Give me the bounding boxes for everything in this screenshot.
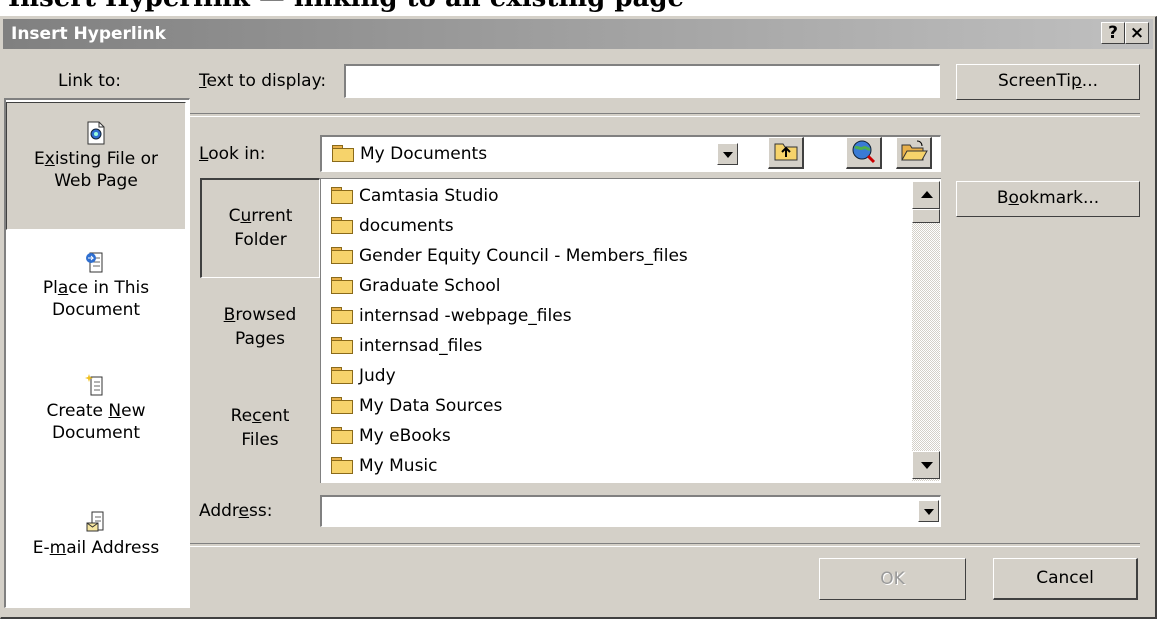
chevron-down-icon[interactable] xyxy=(918,500,939,522)
sidebar-item-label: E-mail Address xyxy=(32,538,160,558)
file-list: Camtasia Studio documents Gender Equity … xyxy=(320,178,941,483)
folder-icon xyxy=(331,217,353,234)
list-item[interactable]: Graduate School xyxy=(331,271,501,301)
list-item[interactable]: Gender Equity Council - Members_files xyxy=(331,241,688,271)
folder-icon xyxy=(331,187,353,204)
address-input[interactable] xyxy=(320,495,941,527)
place-browsed-pages[interactable]: Browsed Pages xyxy=(200,303,320,351)
folder-icon xyxy=(331,427,353,444)
folder-icon xyxy=(331,397,353,414)
help-button[interactable]: ? xyxy=(1101,22,1125,44)
look-in-value: My Documents xyxy=(360,144,488,164)
sidebar-item-label: Web Page xyxy=(54,171,138,191)
place-recent-files[interactable]: Recent Files xyxy=(200,404,320,452)
folder-icon xyxy=(331,307,353,324)
list-item[interactable]: internsad_files xyxy=(331,331,482,361)
scroll-up-arrow-icon[interactable] xyxy=(912,181,940,209)
browse-web-button[interactable] xyxy=(846,137,882,169)
folder-icon xyxy=(331,277,353,294)
scroll-down-arrow-icon[interactable] xyxy=(912,451,940,479)
sidebar-item-label: Existing File or xyxy=(34,149,158,169)
sidebar-item-place-in-document[interactable]: Place in This Document xyxy=(6,250,186,321)
place-current-folder[interactable]: Current Folder xyxy=(200,178,320,278)
file-list-scrollbar[interactable] xyxy=(912,181,940,481)
folder-icon xyxy=(331,337,353,354)
scroll-thumb[interactable] xyxy=(912,209,940,223)
bottom-separator xyxy=(190,543,1140,547)
dialog-title-bar[interactable]: Insert Hyperlink ? × xyxy=(3,19,1153,49)
text-to-display-label: Text to display: xyxy=(199,71,327,91)
top-separator xyxy=(190,113,1140,117)
globe-search-icon xyxy=(852,140,875,164)
list-item[interactable]: documents xyxy=(331,211,454,241)
folder-up-icon xyxy=(774,143,797,161)
sidebar-item-email-address[interactable]: E-mail Address xyxy=(6,510,186,559)
link-to-label: Link to: xyxy=(58,71,122,91)
chevron-down-icon[interactable] xyxy=(717,143,738,165)
folder-icon xyxy=(331,247,353,264)
browse-file-button[interactable] xyxy=(896,137,932,169)
sidebar-item-label: Create New xyxy=(46,401,146,421)
cancel-button[interactable]: Cancel xyxy=(993,558,1138,600)
sidebar-item-existing-file[interactable]: Existing File or Web Page xyxy=(6,102,186,230)
ok-button[interactable]: OK xyxy=(819,558,966,600)
folder-icon xyxy=(332,145,354,162)
sidebar-item-label: Document xyxy=(51,423,141,443)
close-button[interactable]: × xyxy=(1125,22,1149,44)
list-item[interactable]: My eBooks xyxy=(331,421,451,451)
list-item[interactable]: internsad -webpage_files xyxy=(331,301,572,331)
address-label: Address: xyxy=(199,501,273,521)
open-folder-icon xyxy=(900,140,928,161)
sidebar-item-create-new-document[interactable]: Create New Document xyxy=(6,373,186,444)
sidebar-item-label: Document xyxy=(51,300,141,320)
page-caption: Insert Hyperlink — linking to an existin… xyxy=(0,0,1157,16)
folder-icon xyxy=(331,367,353,384)
dialog-title: Insert Hyperlink xyxy=(11,24,166,44)
document-icon xyxy=(85,121,107,145)
link-to-sidebar: Existing File or Web Page Place in This … xyxy=(4,98,190,608)
list-item[interactable]: Judy xyxy=(331,361,396,391)
sidebar-item-label: Place in This xyxy=(42,278,150,298)
folder-icon xyxy=(331,457,353,474)
list-item[interactable]: My Data Sources xyxy=(331,391,502,421)
list-item[interactable]: Camtasia Studio xyxy=(331,181,498,211)
document-arrow-icon xyxy=(85,250,107,274)
up-one-folder-button[interactable] xyxy=(768,137,804,169)
screentip-button[interactable]: ScreenTip... xyxy=(956,64,1140,100)
email-document-icon xyxy=(85,510,107,534)
list-item[interactable]: My Music xyxy=(331,451,438,481)
new-document-icon xyxy=(85,373,107,397)
text-to-display-input[interactable] xyxy=(344,64,940,98)
look-in-label: Look in: xyxy=(199,144,266,164)
places-bar: Current Folder Browsed Pages Recent File… xyxy=(200,178,320,483)
bookmark-button[interactable]: Bookmark... xyxy=(956,181,1140,217)
